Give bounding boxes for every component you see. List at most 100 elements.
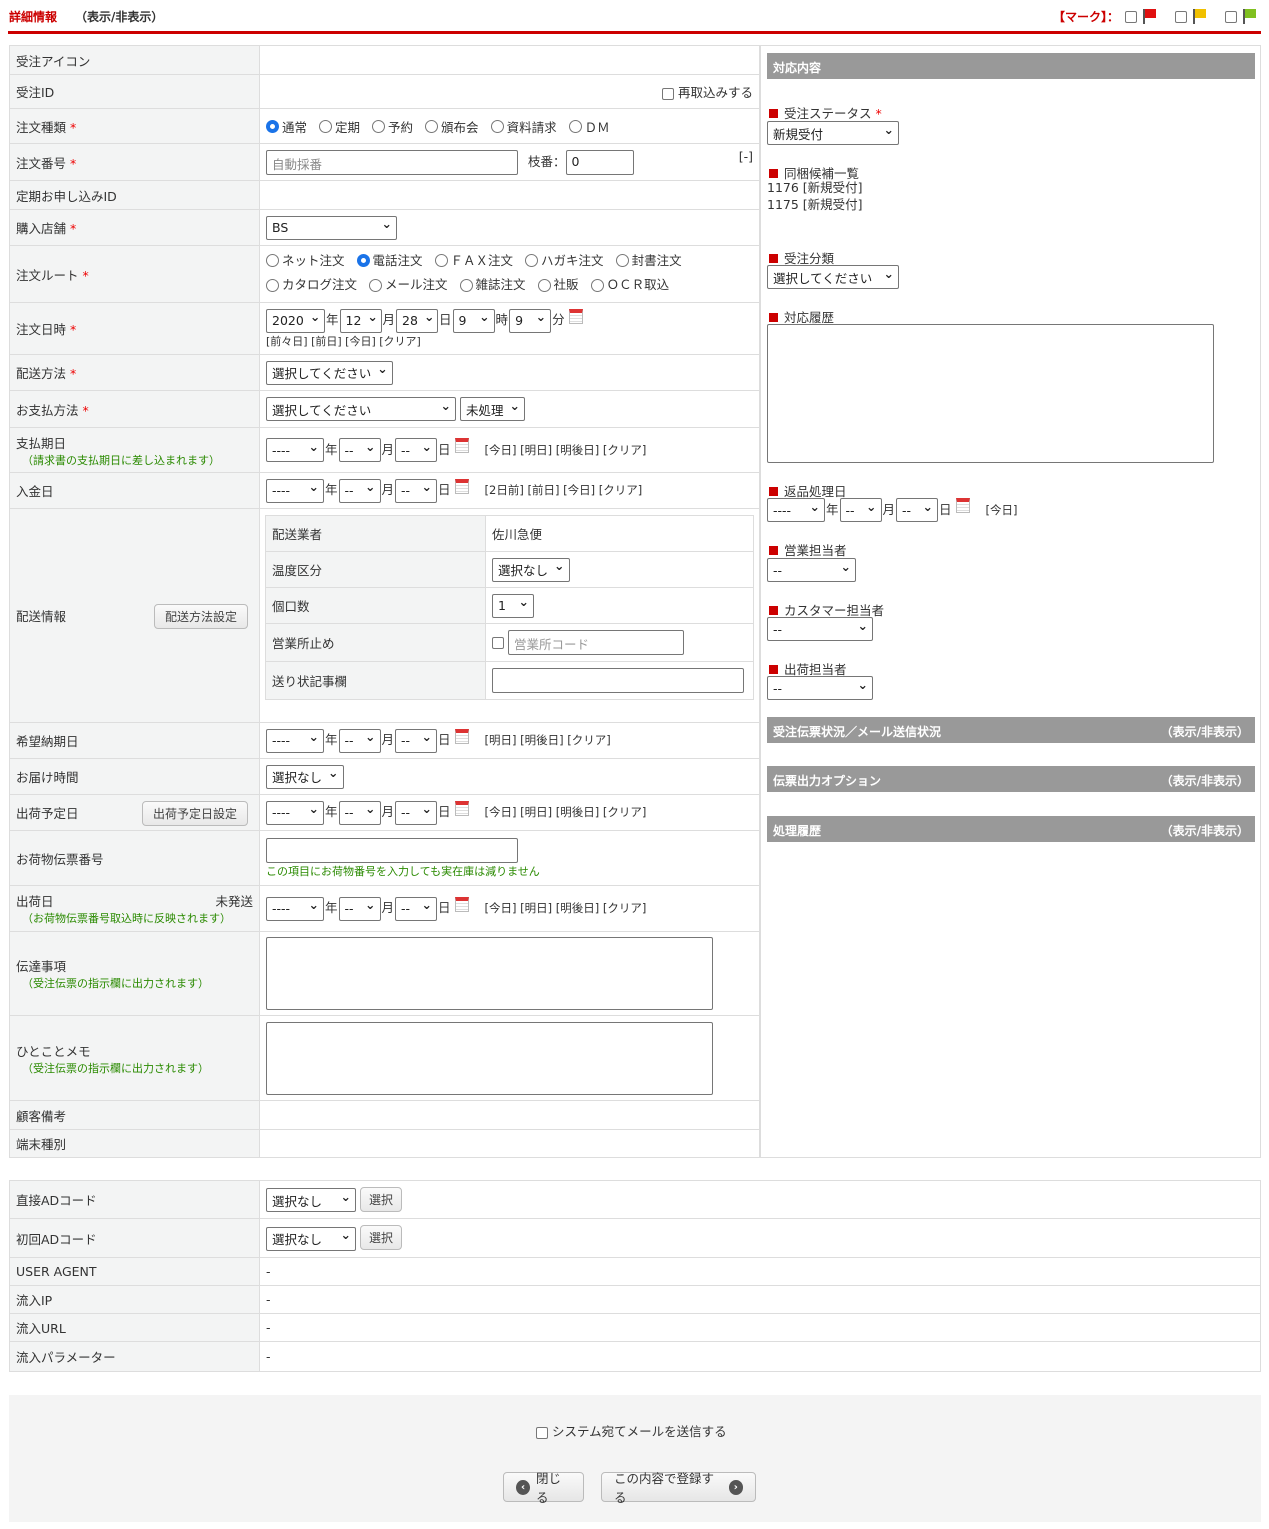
- order-hour-select[interactable]: 9: [452, 308, 495, 333]
- delivery-method-select[interactable]: 選択してください: [266, 360, 393, 385]
- order-no-input[interactable]: 自動採番: [266, 149, 518, 175]
- direct-ad-select-button[interactable]: 選択: [359, 1186, 402, 1212]
- radio-option[interactable]: 定期: [319, 117, 360, 136]
- radio-option[interactable]: メール注文: [369, 274, 448, 296]
- radio-option[interactable]: 電話注文: [356, 250, 423, 272]
- radio-option[interactable]: 通常: [266, 117, 307, 136]
- radio-button[interactable]: [369, 278, 383, 292]
- process-history-section[interactable]: 処理履歴 （表示/非表示）: [767, 816, 1255, 842]
- mark-green-checkbox[interactable]: [1225, 10, 1237, 23]
- order-month-select[interactable]: 12: [339, 308, 382, 333]
- payment-status-select[interactable]: 未処理: [459, 397, 525, 421]
- payment_due-shortcuts[interactable]: [今日] [明日] [明後日] [クリア]: [485, 443, 647, 457]
- ship_date-month-select[interactable]: --: [338, 896, 381, 921]
- radio-option[interactable]: ＦＡＸ注文: [434, 250, 513, 272]
- sales-staff-select[interactable]: --: [767, 558, 856, 582]
- radio-button[interactable]: [319, 119, 333, 133]
- office-code-input[interactable]: 営業所コード: [507, 630, 684, 655]
- collapse-toggle[interactable]: [-]: [739, 149, 753, 164]
- deposit_date-day-select[interactable]: --: [395, 478, 438, 503]
- radio-option[interactable]: 資料請求: [490, 117, 557, 136]
- cs-staff-select[interactable]: --: [767, 617, 873, 641]
- radio-option[interactable]: 封書注文: [615, 250, 682, 272]
- ship_plan-shortcuts[interactable]: [今日] [明日] [明後日] [クリア]: [485, 805, 647, 819]
- calendar-icon[interactable]: [454, 478, 469, 494]
- radio-option[interactable]: ＯＣＲ取込: [590, 274, 669, 296]
- toggle-display-link[interactable]: （表示/非表示）: [75, 10, 163, 24]
- radio-option[interactable]: カタログ注文: [266, 274, 357, 296]
- mark-red-checkbox[interactable]: [1125, 10, 1137, 23]
- direct-ad-select[interactable]: 選択なし: [266, 1188, 356, 1213]
- radio-button[interactable]: [266, 254, 279, 267]
- radio-option[interactable]: 予約: [372, 117, 413, 136]
- calendar-icon[interactable]: [454, 896, 469, 912]
- ship-staff-select[interactable]: --: [767, 676, 873, 700]
- message-textarea[interactable]: [266, 937, 713, 1010]
- radio-button[interactable]: [425, 119, 439, 133]
- radio-button[interactable]: [525, 254, 539, 267]
- close-button[interactable]: ‹ 閉じる: [503, 1471, 584, 1505]
- boxes-select[interactable]: 1: [492, 593, 534, 618]
- calendar-icon[interactable]: [454, 728, 469, 744]
- return-day-select[interactable]: --: [896, 498, 939, 522]
- deposit_date-shortcuts[interactable]: [2日前] [前日] [今日] [クリア]: [485, 483, 643, 497]
- first-ad-select-button[interactable]: 選択: [359, 1225, 402, 1251]
- calendar-icon[interactable]: [955, 498, 970, 513]
- reimport-checkbox[interactable]: [662, 87, 674, 100]
- ship_plan-month-select[interactable]: --: [338, 800, 381, 825]
- radio-option[interactable]: 社販: [537, 274, 579, 296]
- ship_date-day-select[interactable]: --: [395, 896, 438, 921]
- mark-yellow-checkbox[interactable]: [1175, 10, 1187, 23]
- radio-button[interactable]: [266, 119, 279, 133]
- history-textarea[interactable]: [767, 324, 1214, 463]
- radio-button[interactable]: [537, 278, 551, 292]
- slip-mail-status-section[interactable]: 受注伝票状況／メール送信状況 （表示/非表示）: [767, 717, 1255, 743]
- order-day-select[interactable]: 28: [396, 308, 439, 333]
- section-toggle[interactable]: （表示/非表示）: [1161, 723, 1249, 739]
- tracking-input[interactable]: [266, 837, 518, 863]
- delivery-time-select[interactable]: 選択なし: [266, 764, 344, 789]
- send-mail-checkbox[interactable]: [536, 1426, 548, 1439]
- desired_date-year-select[interactable]: ----: [266, 728, 324, 753]
- radio-button[interactable]: [266, 278, 279, 292]
- temperature-select[interactable]: 選択なし: [492, 557, 570, 582]
- branch-input[interactable]: 0: [565, 149, 634, 175]
- radio-button[interactable]: [490, 119, 504, 133]
- return-year-select[interactable]: ----: [767, 498, 825, 522]
- order-minute-select[interactable]: 9: [509, 308, 552, 333]
- deposit_date-month-select[interactable]: --: [338, 478, 381, 503]
- desired_date-day-select[interactable]: --: [395, 728, 438, 753]
- radio-option[interactable]: ハガキ注文: [525, 250, 604, 272]
- radio-button[interactable]: [568, 119, 582, 133]
- ship-plan-settings-button[interactable]: 出荷予定日設定: [141, 801, 248, 826]
- first-ad-select[interactable]: 選択なし: [266, 1226, 356, 1251]
- ship_plan-year-select[interactable]: ----: [266, 800, 324, 825]
- slip-note-input[interactable]: [492, 668, 744, 693]
- order-status-select[interactable]: 新規受付: [767, 121, 899, 145]
- store-select[interactable]: BS: [266, 215, 397, 240]
- radio-option[interactable]: ネット注文: [266, 250, 345, 272]
- order-date-shortcuts[interactable]: [前々日] [前日] [今日] [クリア]: [266, 333, 753, 349]
- calendar-icon[interactable]: [454, 800, 469, 816]
- radio-button[interactable]: [615, 254, 629, 267]
- register-button[interactable]: この内容で登録する ›: [601, 1471, 756, 1505]
- shipping-method-settings-button[interactable]: 配送方法設定: [153, 604, 248, 629]
- payment-method-select[interactable]: 選択してください: [266, 397, 456, 421]
- calendar-icon[interactable]: [454, 438, 469, 453]
- payment_due-month-select[interactable]: --: [338, 438, 381, 462]
- calendar-icon[interactable]: [568, 308, 583, 324]
- radio-option[interactable]: 雑誌注文: [459, 274, 526, 296]
- bundle-item[interactable]: 1175 [新規受付]: [767, 196, 863, 213]
- radio-button[interactable]: [356, 254, 370, 267]
- bundle-item[interactable]: 1176 [新規受付]: [767, 179, 863, 196]
- payment_due-year-select[interactable]: ----: [266, 438, 324, 462]
- section-toggle[interactable]: （表示/非表示）: [1161, 772, 1249, 788]
- return-shortcuts[interactable]: [今日]: [986, 503, 1018, 517]
- return-month-select[interactable]: --: [839, 498, 882, 522]
- ship_plan-day-select[interactable]: --: [395, 800, 438, 825]
- desired_date-shortcuts[interactable]: [明日] [明後日] [クリア]: [485, 733, 611, 747]
- memo-textarea[interactable]: [266, 1021, 713, 1095]
- payment_due-day-select[interactable]: --: [395, 438, 438, 462]
- ship_date-year-select[interactable]: ----: [266, 896, 324, 921]
- office-hold-checkbox[interactable]: [492, 636, 504, 649]
